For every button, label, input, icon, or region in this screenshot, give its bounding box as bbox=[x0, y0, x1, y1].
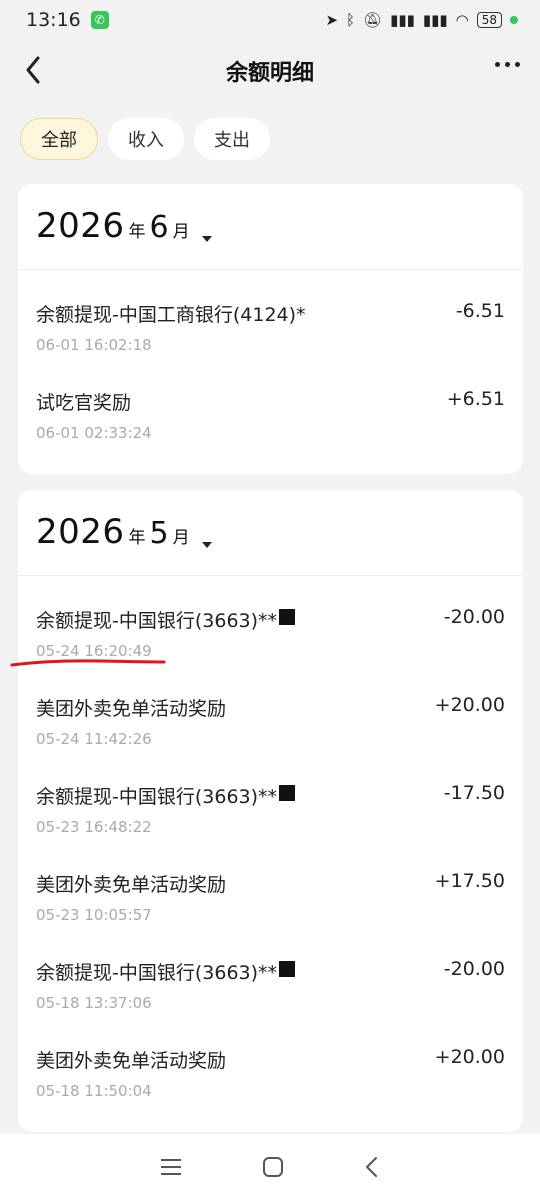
transaction-row[interactable]: 余额提现-中国银行(3663)** 05-24 16:20:49 -20.00 bbox=[18, 576, 523, 664]
nav-bar: 余额明细 bbox=[0, 40, 540, 102]
month-unit: 月 bbox=[172, 222, 190, 242]
wifi-icon: ◠ bbox=[455, 11, 469, 29]
year-unit: 年 bbox=[128, 528, 146, 548]
transaction-amount: +20.00 bbox=[434, 694, 505, 716]
status-bar: 13:16 ✆ ➤ ᛒ 🔕︎ ▮▮▮ ▮▮▮ ◠ 58 bbox=[0, 0, 540, 40]
status-dot bbox=[510, 16, 518, 24]
transaction-row[interactable]: 美团外卖免单活动奖励 05-23 10:05:57 +17.50 bbox=[18, 840, 523, 928]
page-title: 余额明细 bbox=[225, 61, 314, 86]
transaction-row[interactable]: 美团外卖免单活动奖励 05-24 11:42:26 +20.00 bbox=[18, 664, 523, 752]
transaction-title: 美团外卖免单活动奖励 bbox=[36, 698, 227, 720]
bluetooth-icon: ᛒ bbox=[346, 11, 356, 29]
filter-tabs: 全部 收入 支出 bbox=[0, 102, 540, 184]
caret-down-icon bbox=[201, 235, 212, 242]
month-card-june: 2026 年 6 月 余额提现-中国工商银行(4124)* 06-01 16:0… bbox=[18, 184, 523, 474]
transaction-title: 美团外卖免单活动奖励 bbox=[36, 1050, 227, 1072]
month-card-may: 2026 年 5 月 余额提现-中国银行(3663)** 05-24 16:20… bbox=[18, 490, 523, 1132]
month-year: 2026 bbox=[36, 512, 125, 552]
transaction-title: 美团外卖免单活动奖励 bbox=[36, 874, 227, 896]
month-unit: 月 bbox=[172, 528, 190, 548]
menu-icon[interactable] bbox=[160, 1158, 182, 1176]
redaction-mark bbox=[279, 609, 296, 625]
transaction-amount: -6.51 bbox=[455, 300, 505, 322]
filter-all[interactable]: 全部 bbox=[20, 118, 98, 160]
call-icon: ✆ bbox=[90, 11, 109, 29]
transaction-time: 05-23 16:48:22 bbox=[36, 818, 152, 836]
transaction-time: 05-18 13:37:06 bbox=[36, 994, 152, 1012]
transaction-time: 05-23 10:05:57 bbox=[36, 906, 152, 924]
year-unit: 年 bbox=[128, 222, 146, 242]
redaction-mark bbox=[279, 961, 296, 977]
location-icon: ➤ bbox=[325, 11, 339, 29]
transaction-title: 余额提现-中国工商银行(4124)* bbox=[36, 304, 306, 326]
red-underline-annotation bbox=[10, 659, 166, 667]
transaction-amount: -17.50 bbox=[443, 782, 505, 804]
transaction-row[interactable]: 美团外卖免单活动奖励 05-18 11:50:04 +20.00 bbox=[18, 1016, 523, 1104]
back-icon[interactable] bbox=[22, 54, 46, 86]
transaction-time: 06-01 02:33:24 bbox=[36, 424, 152, 442]
month-number: 5 bbox=[149, 516, 169, 551]
system-nav-bar bbox=[0, 1134, 540, 1200]
caret-down-icon bbox=[201, 541, 212, 548]
transaction-title: 余额提现-中国银行(3663)** bbox=[36, 782, 296, 809]
month-selector[interactable]: 2026 年 5 月 bbox=[18, 490, 523, 576]
battery-icon: 58 bbox=[476, 12, 502, 28]
transaction-amount: -20.00 bbox=[443, 606, 505, 628]
back-nav-icon[interactable] bbox=[364, 1156, 380, 1178]
transaction-amount: +17.50 bbox=[434, 870, 505, 892]
month-number: 6 bbox=[149, 210, 169, 245]
home-icon[interactable] bbox=[262, 1156, 284, 1178]
transaction-title: 余额提现-中国银行(3663)** bbox=[36, 606, 296, 633]
transaction-row[interactable]: 试吃官奖励 06-01 02:33:24 +6.51 bbox=[18, 358, 523, 446]
transaction-amount: +20.00 bbox=[434, 1046, 505, 1068]
filter-expense[interactable]: 支出 bbox=[194, 118, 270, 160]
transaction-row[interactable]: 余额提现-中国银行(3663)** 05-18 13:37:06 -20.00 bbox=[18, 928, 523, 1016]
more-icon[interactable] bbox=[495, 62, 520, 67]
transaction-row[interactable]: 余额提现-中国银行(3663)** 05-23 16:48:22 -17.50 bbox=[18, 752, 523, 840]
signal-icon: ▮▮▮ bbox=[390, 11, 415, 29]
transaction-row[interactable]: 余额提现-中国工商银行(4124)* 06-01 16:02:18 -6.51 bbox=[18, 270, 523, 358]
transaction-time: 06-01 16:02:18 bbox=[36, 336, 152, 354]
signal-icon-2: ▮▮▮ bbox=[422, 11, 448, 29]
mute-icon: 🔕︎ bbox=[363, 11, 383, 29]
month-year: 2026 bbox=[36, 206, 125, 246]
transaction-title: 余额提现-中国银行(3663)** bbox=[36, 958, 296, 985]
transaction-amount: -20.00 bbox=[443, 958, 505, 980]
transaction-time: 05-24 11:42:26 bbox=[36, 730, 152, 748]
transaction-title: 试吃官奖励 bbox=[36, 392, 132, 414]
filter-income[interactable]: 收入 bbox=[108, 118, 184, 160]
transaction-amount: +6.51 bbox=[446, 388, 505, 410]
month-selector[interactable]: 2026 年 6 月 bbox=[18, 184, 523, 270]
status-time: 13:16 bbox=[26, 9, 81, 31]
transaction-time: 05-18 11:50:04 bbox=[36, 1082, 152, 1100]
redaction-mark bbox=[279, 785, 296, 801]
